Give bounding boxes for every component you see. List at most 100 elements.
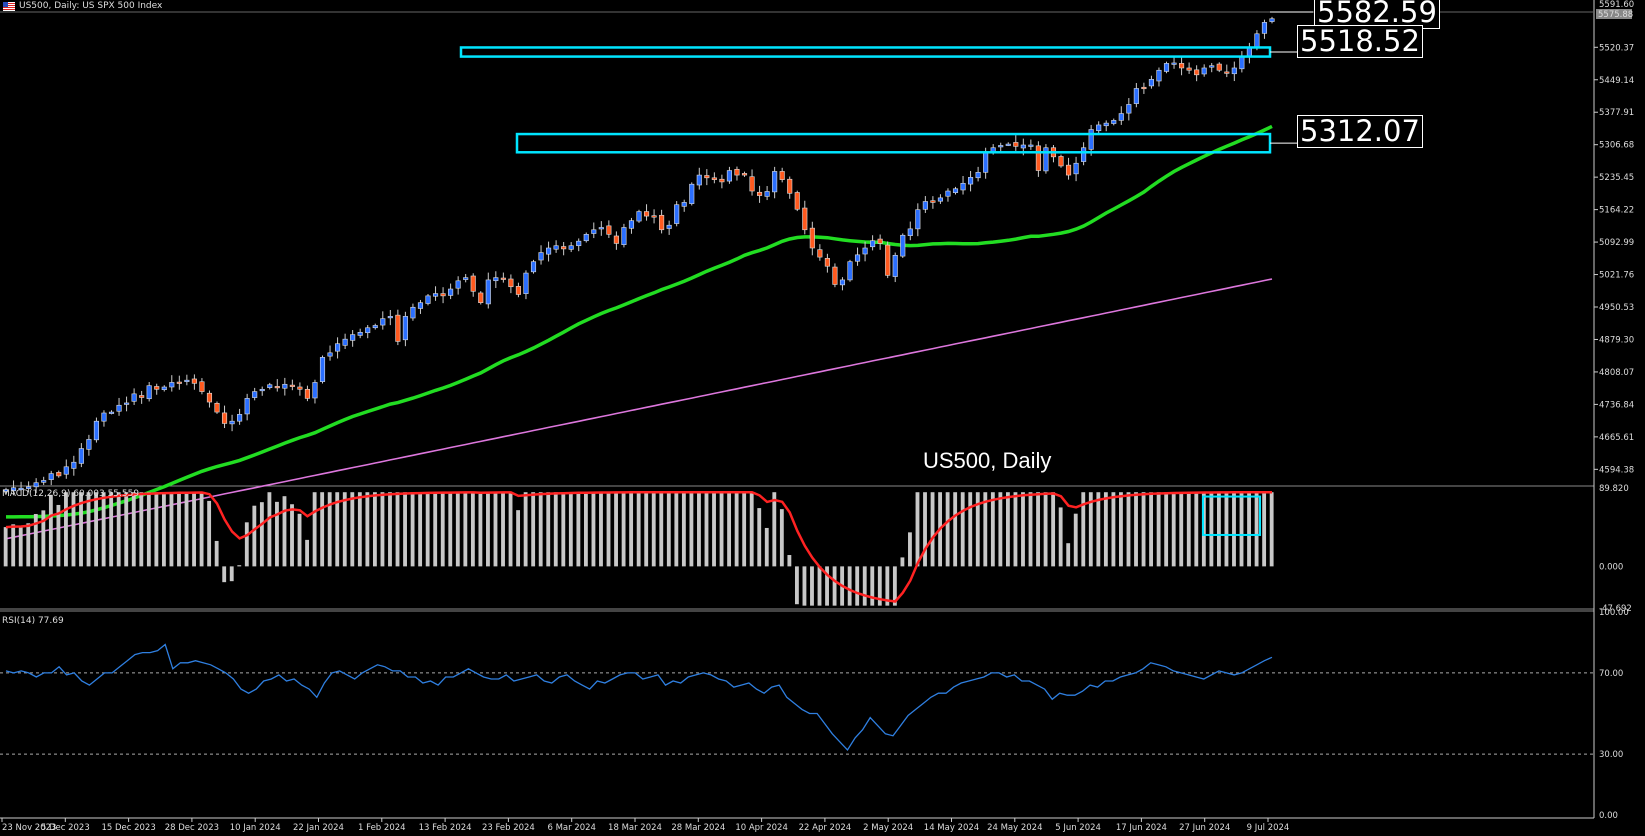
candle-body (184, 379, 190, 382)
macd-histogram-bar (214, 540, 219, 567)
candle-body (689, 183, 695, 204)
time-tick-label: 28 Mar 2024 (671, 823, 725, 833)
candle-body (327, 352, 333, 357)
candle-body (199, 381, 205, 392)
macd-histogram-bar (636, 492, 641, 567)
macd-histogram-bar (1216, 492, 1221, 567)
macd-histogram-bar (192, 492, 196, 567)
rsi-tick-label: 30.00 (1599, 750, 1623, 760)
macd-histogram-bar (455, 492, 460, 567)
rsi-tick-label: 70.00 (1599, 669, 1623, 679)
candle-body (41, 480, 47, 483)
candle-body (719, 178, 725, 183)
candle-body (1020, 144, 1026, 149)
candle-body (862, 247, 868, 255)
candle-body (1163, 63, 1170, 72)
macd-histogram-bar (561, 492, 566, 567)
candle-body (139, 395, 145, 398)
macd-histogram-bar (71, 492, 76, 567)
candle-body (915, 209, 921, 230)
macd-histogram-bar (493, 492, 498, 567)
macd-histogram-bar (199, 492, 204, 567)
time-tick-label: 5 Jun 2024 (1055, 823, 1101, 833)
candle-body (146, 385, 152, 400)
candle-body (726, 170, 732, 182)
candle-body (1096, 124, 1102, 132)
macd-histogram-bar (621, 492, 626, 567)
candle-body (78, 448, 84, 464)
candle-body (824, 258, 830, 267)
macd-histogram-bar (244, 522, 249, 567)
price-top-tick: 5591.60 (1599, 0, 1634, 10)
macd-histogram-bar (1194, 492, 1199, 567)
rsi-panel-header: RSI(14) 77.69 (2, 616, 64, 626)
candle-body (448, 288, 454, 296)
candle-body (523, 272, 529, 294)
candle-body (1171, 62, 1177, 65)
macd-histogram-bar (1224, 492, 1229, 567)
time-tick-label: 28 Dec 2023 (165, 823, 219, 833)
candle-body (402, 316, 408, 341)
candle-body (591, 229, 597, 234)
candle-body (387, 316, 393, 319)
macd-histogram-bar (207, 500, 212, 567)
candle-body (33, 482, 39, 488)
candle-body (854, 254, 861, 262)
candle-body (56, 472, 62, 477)
macd-histogram-bar (681, 492, 686, 567)
candle-body (432, 293, 439, 297)
macd-histogram-bar (583, 492, 588, 567)
candle-body (606, 225, 612, 235)
candle-body (952, 188, 959, 193)
candle-body (297, 386, 303, 390)
candle-body (357, 332, 363, 336)
resistance-zones (459, 11, 1313, 154)
macd-histogram-bar (629, 492, 634, 567)
macd-histogram-bar (538, 492, 543, 567)
price-tick-label: 5164.22 (1599, 206, 1634, 216)
macd-histogram-bar (576, 492, 581, 567)
macd-histogram-bar (659, 492, 664, 567)
time-tick-label: 27 Jun 2024 (1179, 823, 1230, 833)
macd-histogram-bar (486, 492, 490, 567)
macd-histogram-bar (305, 539, 310, 567)
macd-histogram-bar (1028, 492, 1033, 567)
macd-histogram-bar (923, 492, 927, 567)
candle-body (508, 278, 514, 288)
candle-body (1133, 88, 1139, 104)
macd-histogram-bar (1096, 492, 1101, 567)
macd-histogram-bar (470, 492, 475, 567)
time-tick-label: 18 Mar 2024 (608, 823, 662, 833)
candle-body (930, 200, 936, 203)
macd-histogram-bar (734, 492, 739, 567)
candle-body (817, 249, 823, 258)
macd-histogram-bar (719, 492, 724, 567)
macd-histogram-bar (259, 502, 264, 567)
candle-body (93, 420, 99, 441)
macd-histogram-bar (297, 513, 302, 567)
candle-body (350, 334, 356, 341)
candle-body (696, 174, 702, 186)
candle-body (613, 235, 619, 244)
candle-body (1103, 122, 1109, 127)
macd-histogram-bar (697, 492, 701, 567)
macd-histogram-bar (1156, 492, 1161, 567)
macd-histogram-bar (870, 566, 875, 606)
macd-histogram-bar (48, 494, 53, 567)
macd-histogram-bar (101, 492, 106, 567)
macd-histogram-bar (139, 492, 144, 567)
candle-body (832, 266, 838, 285)
macd-histogram-bar (252, 505, 257, 567)
candle-body (1231, 67, 1237, 75)
macd-histogram-bar (945, 492, 950, 567)
candle-body (410, 306, 416, 319)
price-tick-label: 4665.61 (1599, 433, 1634, 443)
time-tick-label: 23 Feb 2024 (482, 823, 535, 833)
candle-body (598, 227, 604, 230)
candle-body (922, 201, 928, 210)
macd-histogram-bar (403, 492, 407, 567)
candle-body (108, 411, 115, 414)
macd-histogram-bar (644, 492, 649, 567)
candle-body (757, 191, 763, 196)
candle-body (463, 277, 469, 280)
